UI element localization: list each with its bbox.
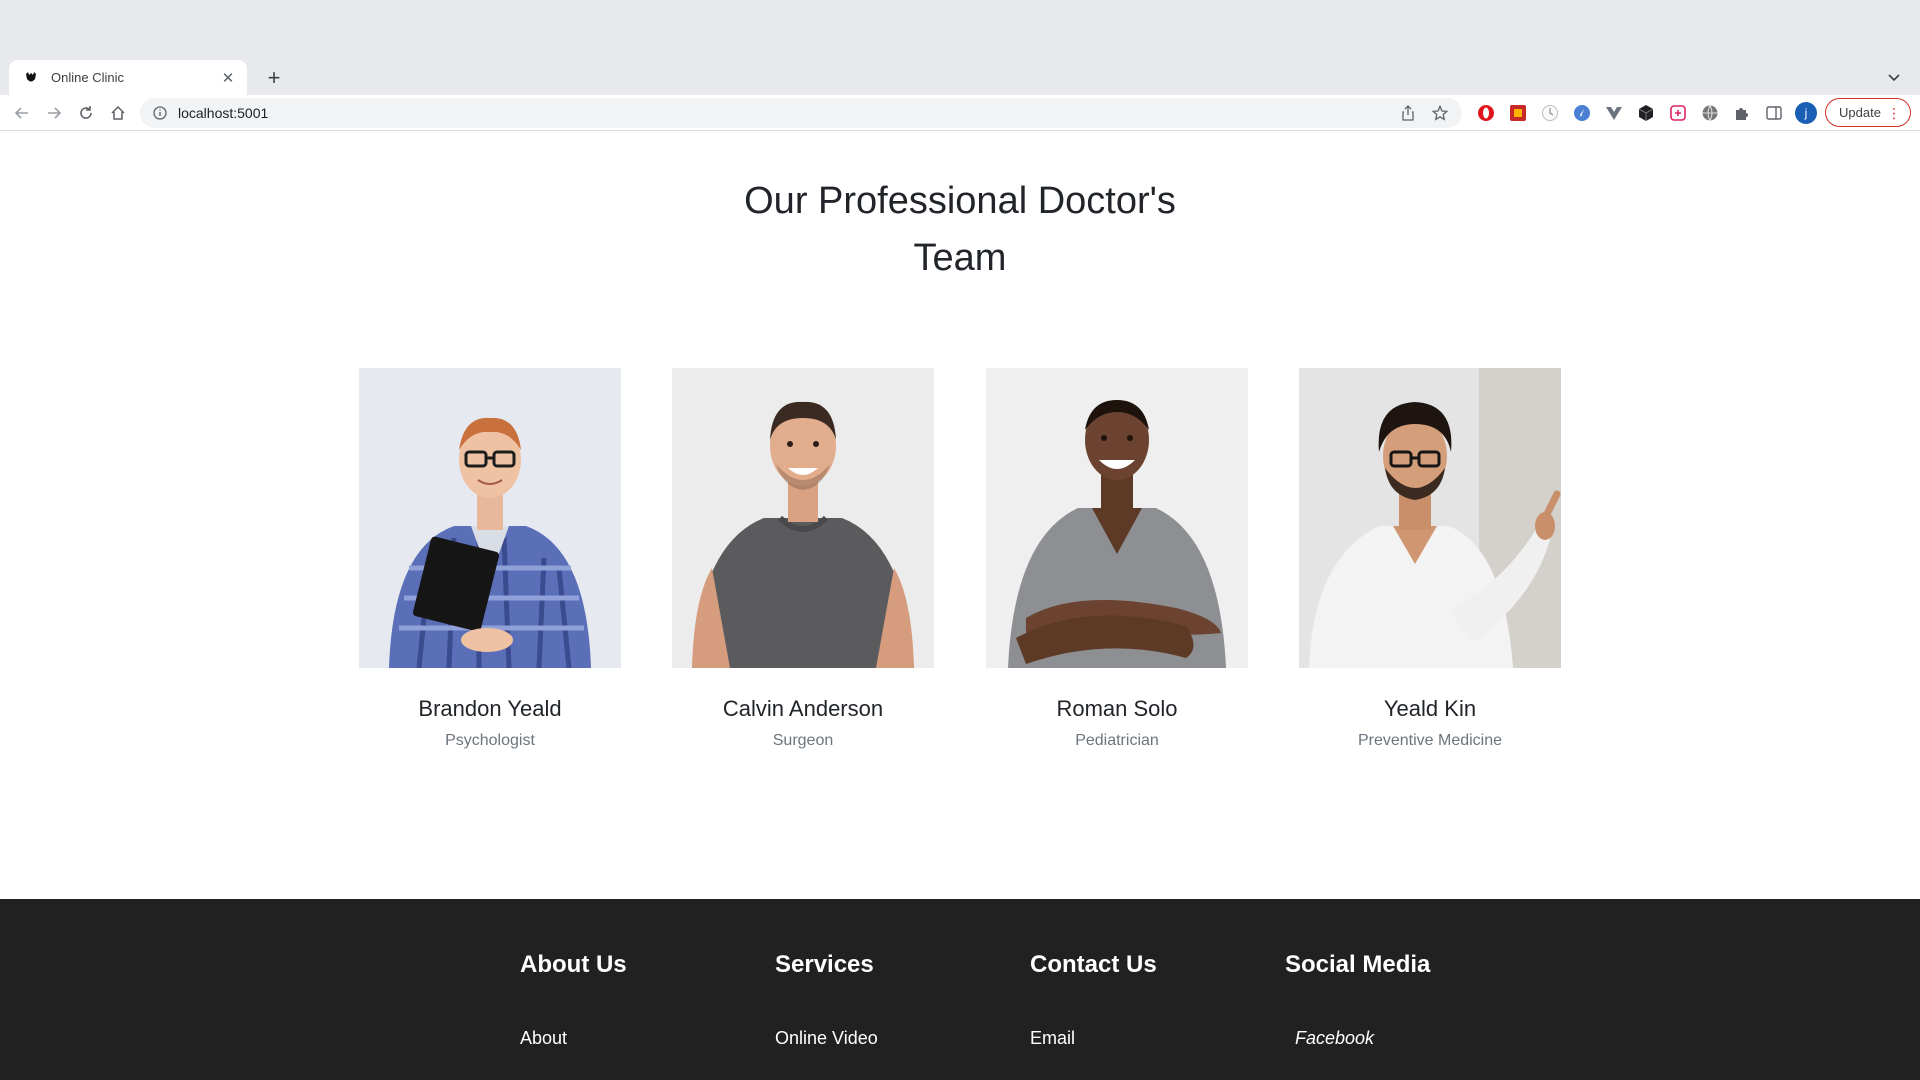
pink-extension-icon[interactable]	[1668, 103, 1688, 123]
doctor-role: Psychologist	[445, 732, 535, 749]
tab-search-chevron-icon[interactable]	[1882, 66, 1906, 90]
more-menu-icon[interactable]: ⋮	[1887, 105, 1901, 121]
section-title-line1: Our Professional Doctor's	[744, 180, 1176, 222]
doctor-role: Pediatrician	[1075, 732, 1159, 749]
home-icon[interactable]	[106, 101, 130, 125]
footer-heading: About Us	[520, 951, 627, 978]
doctor-photo	[672, 368, 934, 668]
site-info-icon[interactable]	[152, 105, 168, 121]
vue-extension-icon[interactable]	[1604, 103, 1624, 123]
doctor-card[interactable]: Brandon Yeald Psychologist	[359, 368, 621, 752]
side-panel-icon[interactable]	[1764, 103, 1784, 123]
globe-extension-icon[interactable]	[1700, 103, 1720, 123]
doctor-card[interactable]: Calvin Anderson Surgeon	[672, 368, 934, 752]
profile-avatar[interactable]: j	[1795, 102, 1817, 124]
browser-toolbar: localhost:5001 j Update ⋮	[0, 95, 1920, 131]
red-extension-icon[interactable]	[1508, 103, 1528, 123]
new-tab-button[interactable]: +	[260, 64, 288, 92]
footer-link-about[interactable]: About	[520, 1028, 567, 1049]
footer-heading: Contact Us	[1030, 951, 1157, 978]
site-footer: About Us About Services Online Video Con…	[0, 899, 1920, 1080]
update-button[interactable]: Update ⋮	[1825, 98, 1911, 127]
doctor-name: Yeald Kin	[1383, 696, 1477, 721]
doctor-card[interactable]: Yeald Kin Preventive Medicine	[1299, 368, 1561, 752]
doctor-name: Calvin Anderson	[722, 696, 884, 721]
cube-extension-icon[interactable]	[1636, 103, 1656, 123]
browser-tab[interactable]: Online Clinic ✕	[9, 60, 247, 95]
doctor-name: Roman Solo	[1056, 696, 1178, 721]
footer-link-online-video[interactable]: Online Video	[775, 1028, 878, 1049]
doctor-role: Surgeon	[772, 732, 834, 749]
doctor-photo	[1299, 368, 1561, 668]
clock-extension-icon[interactable]	[1540, 103, 1560, 123]
browser-chrome: Online Clinic ✕ + localhost:5001 j Updat…	[0, 0, 1920, 131]
footer-heading: Services	[775, 951, 874, 978]
section-title-line2: Team	[913, 237, 1007, 279]
back-arrow-icon[interactable]	[10, 101, 34, 125]
bookmark-star-icon[interactable]	[1430, 103, 1450, 123]
forward-arrow-icon[interactable]	[42, 101, 66, 125]
update-button-label: Update	[1839, 105, 1881, 120]
doctor-photo	[986, 368, 1248, 668]
close-tab-icon[interactable]: ✕	[219, 69, 237, 87]
page-content: Our Professional Doctor's Team Brandon Y…	[0, 131, 1920, 1080]
doctor-card[interactable]: Roman Solo Pediatrician	[986, 368, 1248, 752]
puzzle-extensions-icon[interactable]	[1732, 103, 1752, 123]
footer-heading: Social Media	[1285, 951, 1431, 978]
url-text[interactable]: localhost:5001	[178, 105, 1386, 121]
address-bar[interactable]: localhost:5001	[140, 98, 1462, 128]
doctor-name: Brandon Yeald	[418, 696, 562, 721]
share-icon[interactable]	[1398, 103, 1418, 123]
tab-title: Online Clinic	[51, 70, 124, 85]
footer-link-email[interactable]: Email	[1030, 1028, 1075, 1049]
favicon-icon	[23, 70, 39, 86]
doctor-cards: Brandon Yeald Psychologist Calvin Anders…	[359, 368, 1562, 768]
section-title: Our Professional Doctor's Team	[660, 173, 1260, 287]
doctor-photo	[359, 368, 621, 668]
doctor-role: Preventive Medicine	[1357, 732, 1503, 749]
footer-link-facebook[interactable]: Facebook	[1295, 1028, 1374, 1049]
reload-icon[interactable]	[74, 101, 98, 125]
opera-extension-icon[interactable]	[1476, 103, 1496, 123]
compass-extension-icon[interactable]	[1572, 103, 1592, 123]
